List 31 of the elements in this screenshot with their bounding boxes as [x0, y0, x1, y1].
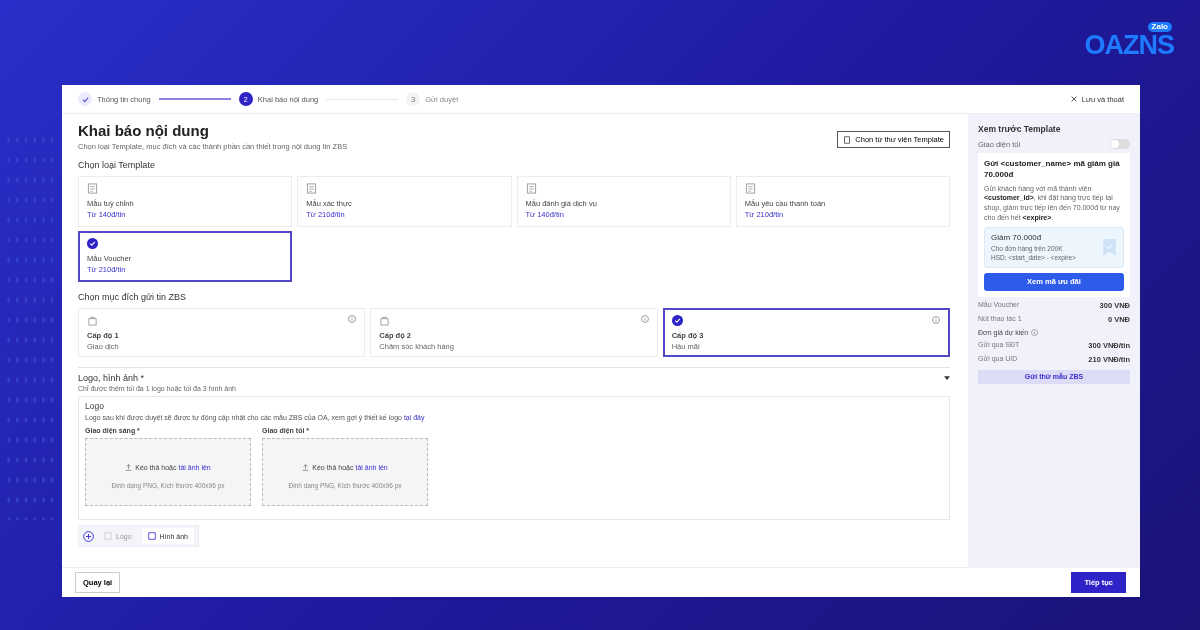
section-title: Chọn mục đích gửi tin ZBS — [78, 292, 188, 302]
check-icon — [87, 238, 98, 249]
upload-icon — [125, 463, 133, 471]
image-icon — [147, 532, 156, 540]
book-icon — [843, 135, 852, 144]
info-icon — [1031, 328, 1039, 336]
section-title: Chọn loại Template — [78, 160, 156, 170]
document-icon — [744, 183, 756, 194]
document-icon — [525, 183, 537, 194]
info-icon — [348, 315, 357, 323]
close-icon — [1069, 95, 1078, 103]
panel-title: Logo — [85, 401, 105, 411]
voucher-title: Giảm 70.000đ — [991, 232, 1043, 242]
upload-icon — [302, 463, 310, 471]
document-icon — [87, 183, 98, 194]
info-icon — [640, 315, 649, 323]
preview-title: Xem trước Template — [978, 124, 1062, 134]
ticket-icon — [1102, 237, 1117, 257]
brand-badge: Zalo — [1147, 22, 1172, 32]
bag-icon — [379, 315, 391, 326]
brand-logo: OAZNS — [1084, 32, 1174, 59]
add-icon[interactable] — [83, 530, 94, 542]
message-title: Gửi <customer_name> mã giảm giá 70.000đ — [984, 159, 1121, 181]
bag-icon — [87, 315, 98, 326]
page-title: Khai báo nội dung — [78, 122, 210, 139]
info-icon — [932, 316, 940, 324]
section-title: Logo, hình ảnh * — [78, 373, 145, 383]
caret-icon[interactable] — [944, 375, 950, 381]
check-icon — [671, 315, 683, 326]
document-icon — [306, 183, 318, 194]
dark-mode-toggle[interactable] — [1110, 139, 1130, 149]
